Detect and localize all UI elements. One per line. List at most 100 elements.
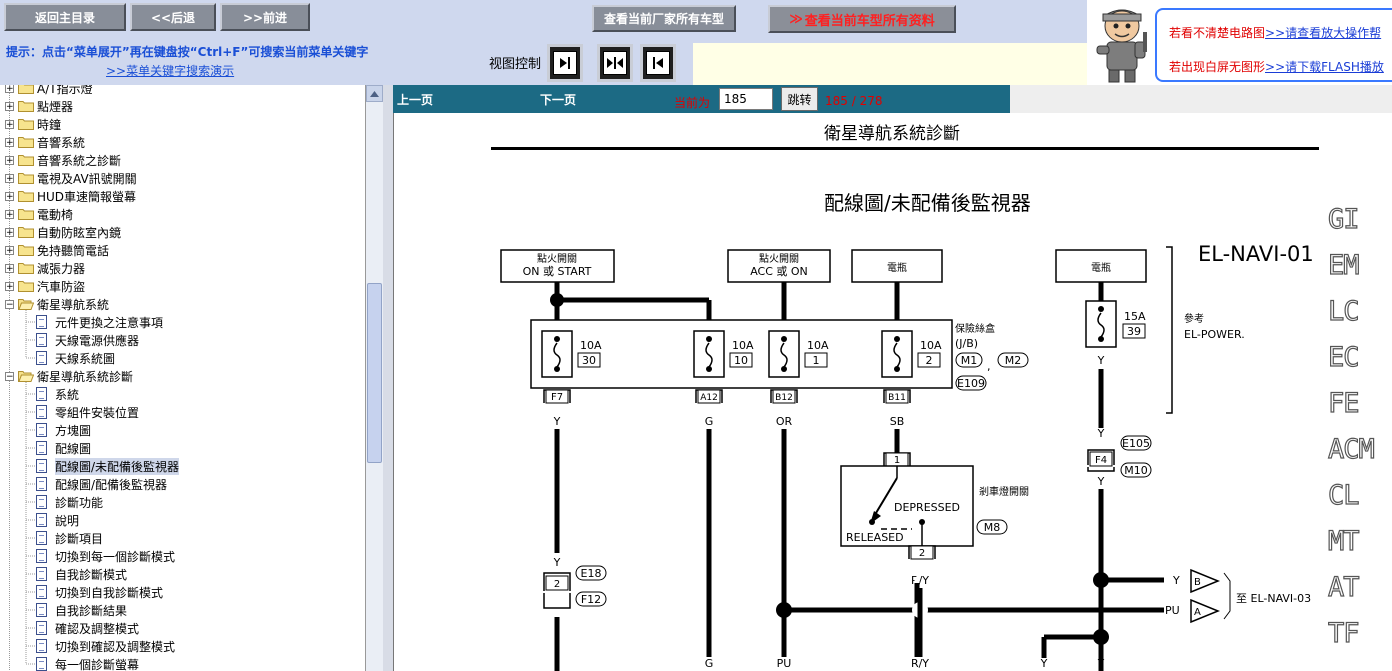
view-expand-left-button[interactable] (640, 44, 676, 82)
tree-folder-item[interactable]: + 汽車防盜 (5, 277, 85, 295)
tree-folder-item[interactable]: + A/T指示燈 (5, 85, 93, 97)
prev-page-link[interactable]: 上一页 (397, 91, 433, 108)
tree-doc-item[interactable]: 切換到每一個診斷模式 (36, 547, 175, 565)
home-button[interactable]: 返回主目录 (4, 3, 126, 31)
view-expand-right-button[interactable] (547, 44, 583, 82)
tree-folder-item[interactable]: − 衛星導航系統 (5, 295, 109, 313)
svg-text:15A: 15A (1124, 310, 1146, 323)
tree-doc-item[interactable]: 每一個診斷螢幕 (36, 655, 139, 671)
expand-icon[interactable]: + (5, 173, 14, 183)
expand-icon[interactable]: + (5, 119, 14, 129)
tree-item-label: 切換到確認及調整模式 (55, 639, 176, 654)
expand-icon[interactable]: + (5, 263, 14, 273)
pane-divider[interactable] (383, 85, 393, 671)
tree-doc-item[interactable]: 系統 (36, 385, 79, 403)
expand-icon[interactable]: + (5, 155, 14, 165)
section-tab[interactable]: FE (1327, 387, 1380, 419)
depressed-label: DEPRESSED (894, 501, 960, 514)
section-tab[interactable]: LC (1327, 295, 1380, 327)
tree-doc-item[interactable]: 配線圖/未配備後監視器 (36, 457, 180, 475)
tree-doc-item[interactable]: 天線電源供應器 (36, 331, 139, 349)
tree-doc-item[interactable]: 確認及調整模式 (36, 619, 139, 637)
folder-icon (18, 100, 34, 112)
tree-item-label: 零組件安裝位置 (55, 405, 140, 420)
zoom-help-link[interactable]: >>请查看放大操作帮 (1265, 26, 1381, 40)
tree-doc-item[interactable]: 自我診斷模式 (36, 565, 127, 583)
search-demo-link[interactable]: >>菜单关键字搜索演示 (106, 62, 234, 79)
tree-doc-item[interactable]: 配線圖/配備後監視器 (36, 475, 167, 493)
tree-folder-item[interactable]: + 時鐘 (5, 115, 61, 133)
tree-folder-item[interactable]: + 自動防眩室內鏡 (5, 223, 121, 241)
tree-item-label: 天線系統圖 (55, 351, 116, 366)
e109-connector: E109 (957, 377, 985, 390)
tree-scrollbar[interactable] (366, 85, 383, 671)
ignition-switch-acc-sub: ACC 或 ON (750, 265, 808, 278)
collapse-icon[interactable]: − (5, 371, 14, 381)
tree-item-label: 音響系統 (37, 135, 86, 150)
view-split-button[interactable] (597, 44, 633, 82)
folder-icon (18, 226, 34, 238)
tree-doc-item[interactable]: 零組件安裝位置 (36, 403, 139, 421)
tree-doc-item[interactable]: 天線系統圖 (36, 349, 115, 367)
arrow-left-bar-icon (646, 51, 670, 75)
current-page-label: 当前为 (674, 96, 711, 110)
document-icon (36, 351, 47, 365)
expand-icon[interactable]: + (5, 85, 14, 93)
tree-doc-item[interactable]: 說明 (36, 511, 79, 529)
tree-folder-item[interactable]: + HUD車速簡報螢幕 (5, 187, 136, 205)
expand-icon[interactable]: + (5, 101, 14, 111)
collapse-icon[interactable]: − (5, 299, 14, 309)
section-tab[interactable]: CL (1327, 479, 1380, 511)
section-tab[interactable]: TF (1327, 617, 1380, 649)
tree-folder-item[interactable]: + 音響系統之診斷 (5, 151, 121, 169)
section-tab[interactable]: GI (1327, 203, 1380, 235)
tree-doc-item[interactable]: 配線圖 (36, 439, 91, 457)
tree-doc-item[interactable]: 診斷項目 (36, 529, 103, 547)
tree-doc-item[interactable]: 自我診斷結果 (36, 601, 127, 619)
m10-connector: M10 (1124, 464, 1148, 477)
section-tab[interactable]: EC (1327, 341, 1380, 373)
section-tab[interactable]: MT (1327, 525, 1380, 557)
tree-item-label: 配線圖/未配備後監視器 (55, 457, 180, 475)
tree-doc-item[interactable]: 切換到自我診斷模式 (36, 583, 163, 601)
tree-folder-item[interactable]: + 減張力器 (5, 259, 85, 277)
expand-icon[interactable]: + (5, 209, 14, 219)
expand-icon[interactable]: + (5, 191, 14, 201)
next-page-link[interactable]: 下一页 (540, 91, 576, 108)
flash-download-link[interactable]: >>请下载FLASH播放 (1265, 60, 1384, 74)
expand-icon[interactable]: + (5, 137, 14, 147)
page-number-input[interactable] (719, 88, 773, 110)
tree-folder-item[interactable]: + 點煙器 (5, 97, 73, 115)
svg-text:1: 1 (813, 354, 820, 367)
folder-icon (18, 118, 34, 130)
tree-item-label: 診斷項目 (55, 531, 104, 546)
tree-folder-item[interactable]: + 電動椅 (5, 205, 73, 223)
back-button[interactable]: <<后退 (130, 3, 216, 31)
jump-button[interactable]: 跳转 (781, 87, 818, 111)
top-toolbar: 返回主目录 <<后退 >>前进 查看当前厂家所有车型 ≫ 查看当前车型所有资料 … (0, 0, 1087, 85)
factory-models-button[interactable]: 查看当前厂家所有车型 (592, 5, 736, 32)
section-tab[interactable]: EM (1327, 249, 1380, 281)
expand-icon[interactable]: + (5, 245, 14, 255)
forward-button[interactable]: >>前进 (220, 3, 310, 31)
e105-connector: E105 (1122, 437, 1150, 450)
connector-b11: B11 (883, 389, 911, 404)
tree-doc-item[interactable]: 方塊圖 (36, 421, 91, 439)
output-b: B (1194, 577, 1201, 588)
tree-folder-item[interactable]: + 電視及AV訊號開關 (5, 169, 137, 187)
scroll-up-button[interactable] (366, 85, 383, 102)
tree-doc-item[interactable]: 切換到確認及調整模式 (36, 637, 175, 655)
brake-switch-label: 剎車燈開關 (979, 485, 1029, 498)
tree-folder-item[interactable]: + 音響系統 (5, 133, 85, 151)
expand-icon[interactable]: + (5, 281, 14, 291)
all-data-button[interactable]: ≫ 查看当前车型所有资料 (768, 5, 956, 33)
tree-folder-item[interactable]: − 衛星導航系統診斷 (5, 367, 133, 385)
tree-folder-item[interactable]: + 免持聽筒電話 (5, 241, 109, 259)
scroll-thumb[interactable] (367, 283, 382, 463)
tree-doc-item[interactable]: 診斷功能 (36, 493, 103, 511)
section-tab[interactable]: ACM (1327, 433, 1380, 465)
section-tab[interactable]: AT (1327, 571, 1380, 603)
document-viewer: 衛星導航系統診斷 配線圖/未配備後監視器 EL-NAVI-01 點火開關 ON … (393, 113, 1392, 671)
tree-doc-item[interactable]: 元件更換之注意事項 (36, 313, 163, 331)
expand-icon[interactable]: + (5, 227, 14, 237)
